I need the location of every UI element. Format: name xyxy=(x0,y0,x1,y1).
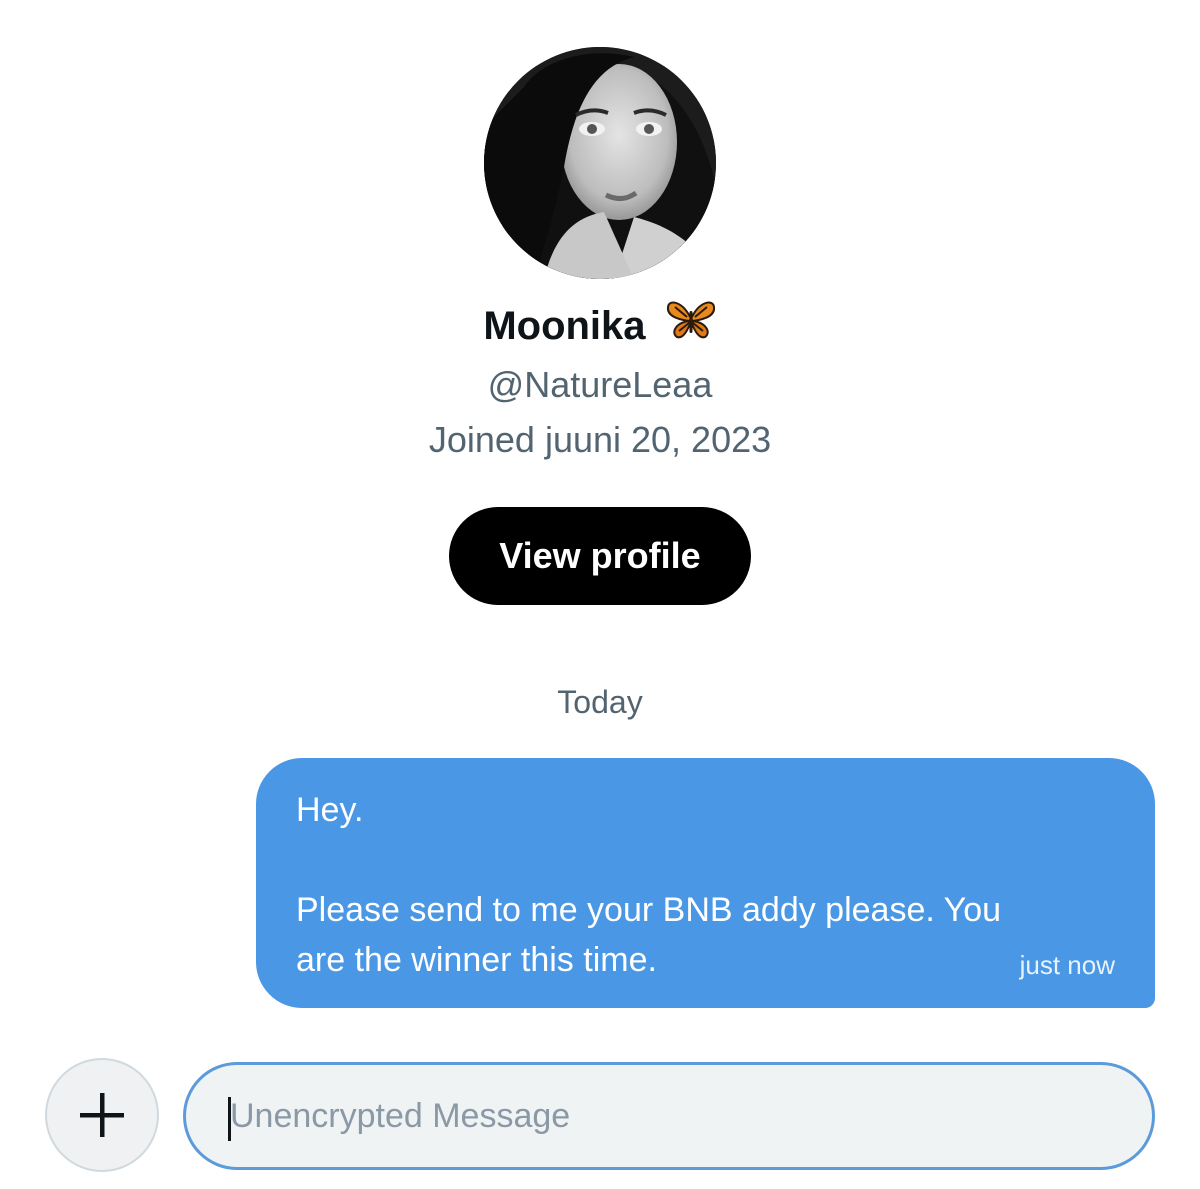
profile-name-row: Moonika xyxy=(0,300,1200,354)
joined-date: Joined juuni 20, 2023 xyxy=(428,419,772,460)
dm-conversation-screen: Moonika @NatureLeaa Joined juuni 20, 202… xyxy=(0,0,1200,1189)
message-input[interactable] xyxy=(230,1065,1110,1167)
view-profile-button[interactable]: View profile xyxy=(449,507,751,605)
message-line: are the winner this time. xyxy=(296,941,657,979)
profile-handle: @NatureLeaa xyxy=(487,364,713,405)
avatar-photo xyxy=(484,47,716,279)
avatar[interactable] xyxy=(484,47,716,279)
butterfly-icon xyxy=(665,297,717,354)
message-timestamp: just now xyxy=(1019,950,1115,980)
message-line: Please send to me your BNB addy please. … xyxy=(296,891,1002,929)
message-bubble[interactable]: Hey. Please send to me your BNB addy ple… xyxy=(256,758,1155,1008)
message-composer[interactable] xyxy=(183,1062,1155,1170)
add-attachment-button[interactable] xyxy=(45,1058,159,1172)
message-line: Hey. xyxy=(296,791,364,829)
date-separator: Today xyxy=(557,684,643,720)
display-name: Moonika xyxy=(483,304,646,348)
plus-icon xyxy=(80,1093,124,1137)
